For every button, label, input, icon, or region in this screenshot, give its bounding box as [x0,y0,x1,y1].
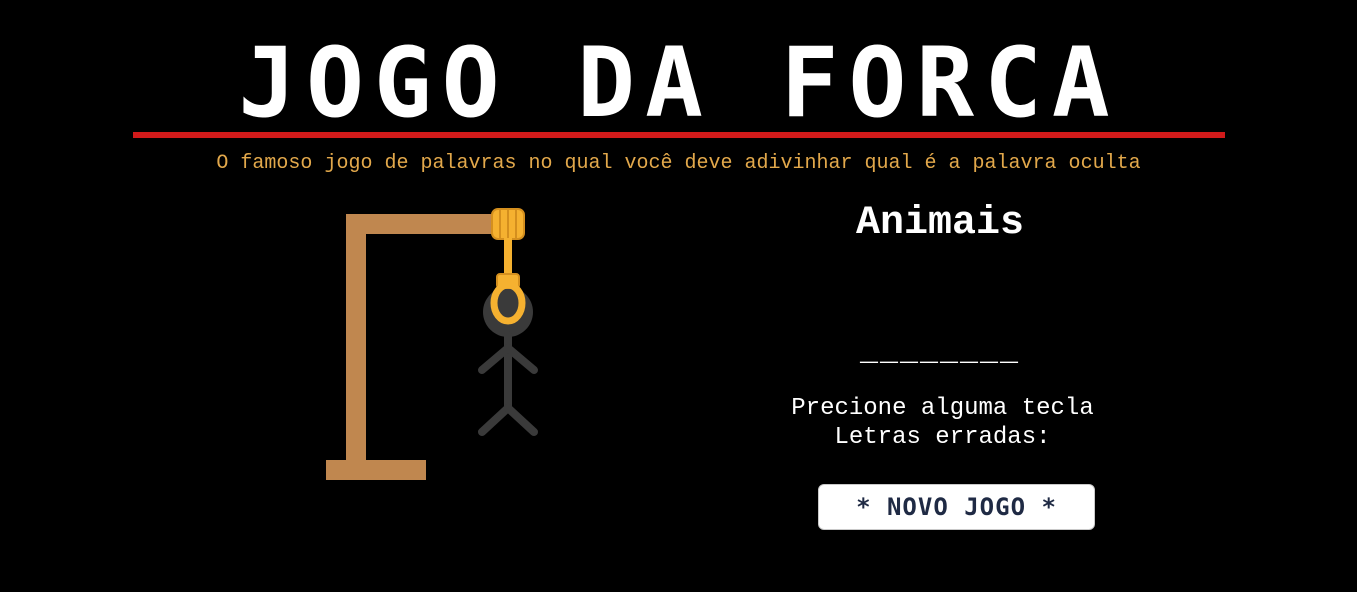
new-game-button[interactable]: * NOVO JOGO * [818,484,1095,530]
hidden-word: ________ [859,336,1021,370]
instruction-text: Precione alguma tecla [791,395,1094,422]
stickman-icon [478,287,538,436]
wrong-letters-label: Letras erradas: [834,424,1051,451]
gallows-icon [326,208,538,480]
gallows-pole [346,214,366,462]
gallows-base [326,460,426,480]
stickman-head [483,287,533,337]
category-label: Animais [855,201,1025,246]
game-screen: JOGO DA FORCA O famoso jogo de palavras … [0,0,1357,592]
page-title: JOGO DA FORCA [238,27,1120,139]
page-subtitle: O famoso jogo de palavras no qual você d… [216,152,1141,175]
title-divider [133,132,1225,138]
